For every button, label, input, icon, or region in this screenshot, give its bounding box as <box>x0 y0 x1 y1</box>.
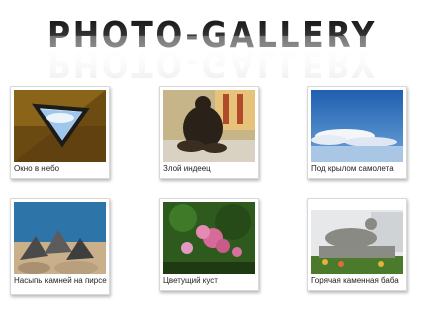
logo-reflection: PHOTO-GALLERY <box>47 43 377 80</box>
photo-thumbnail[interactable] <box>311 202 403 274</box>
photo-card[interactable]: Окно в небо <box>10 86 110 179</box>
photo-thumbnail[interactable] <box>163 202 255 274</box>
photo-caption: Злой индеец <box>163 164 211 173</box>
photo-card[interactable]: Цветущий куст <box>159 198 259 291</box>
photo-card[interactable]: Горячая каменная баба <box>307 198 407 291</box>
photo-caption: Насыпь камней на пирсе <box>14 276 107 285</box>
gallery-logo: PHOTO-GALLERY PHOTO-GALLERY <box>47 15 377 80</box>
photo-caption: Цветущий куст <box>163 276 218 285</box>
photo-caption: Под крылом самолета <box>311 164 394 173</box>
photo-card[interactable]: Злой индеец <box>159 86 259 179</box>
photo-thumbnail[interactable] <box>14 202 106 274</box>
photo-card[interactable]: Насыпь камней на пирсе <box>10 198 110 295</box>
photo-card[interactable]: Под крылом самолета <box>307 86 407 179</box>
photo-caption: Горячая каменная баба <box>311 276 399 285</box>
photo-thumbnail[interactable] <box>14 90 106 162</box>
photo-thumbnail[interactable] <box>311 90 403 162</box>
photo-thumbnail[interactable] <box>163 90 255 162</box>
photo-caption: Окно в небо <box>14 164 60 173</box>
